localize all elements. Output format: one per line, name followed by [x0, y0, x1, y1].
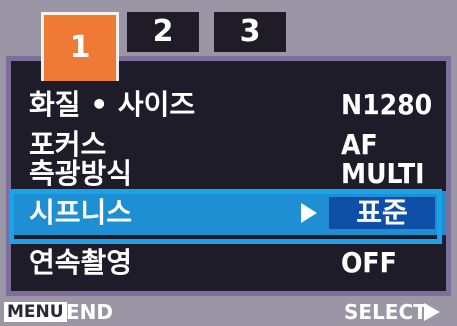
menu-item-label: 화질 • 사이즈 [29, 88, 196, 121]
menu-item-label: 연속촬영 [29, 246, 133, 279]
menu-item-sharpness[interactable]: 시프니스 표준 [11, 191, 446, 235]
button-guide-bar: MENU END SELECT [0, 298, 457, 326]
menu-item-quality-size[interactable]: 화질 • 사이즈 N1280 [11, 87, 446, 123]
menu-item-label: 측광방식 [29, 159, 133, 187]
menu-item-value: N1280 [341, 88, 433, 121]
menu-key-badge[interactable]: MENU [4, 302, 67, 322]
play-right-icon [301, 203, 317, 223]
menu-item-value-selected[interactable]: 표준 [329, 197, 435, 229]
menu-item-value: MULTI [341, 159, 425, 187]
menu-item-value: OFF [341, 246, 397, 279]
menu-panel: 화질 • 사이즈 N1280 포커스 AF 측광방식 MULTI 시프니스 표준… [6, 56, 451, 296]
camera-menu-screen: 1 2 3 화질 • 사이즈 N1280 포커스 AF 측광방식 MULTI 시… [0, 0, 457, 326]
tab-1[interactable]: 1 [41, 12, 119, 81]
play-right-icon[interactable] [424, 303, 440, 321]
menu-item-value: AF [341, 128, 378, 161]
tab-2[interactable]: 2 [127, 12, 199, 52]
select-label: SELECT [344, 300, 427, 324]
menu-item-focus[interactable]: 포커스 AF [11, 127, 446, 163]
menu-item-continuous[interactable]: 연속촬영 OFF [11, 245, 446, 281]
menu-item-label: 시프니스 [29, 196, 133, 229]
menu-item-label: 포커스 [29, 128, 107, 161]
end-label: END [66, 300, 114, 324]
tab-3[interactable]: 3 [214, 12, 286, 52]
menu-item-metering[interactable]: 측광방식 MULTI [11, 159, 446, 187]
tab-strip: 1 2 3 [0, 0, 457, 81]
